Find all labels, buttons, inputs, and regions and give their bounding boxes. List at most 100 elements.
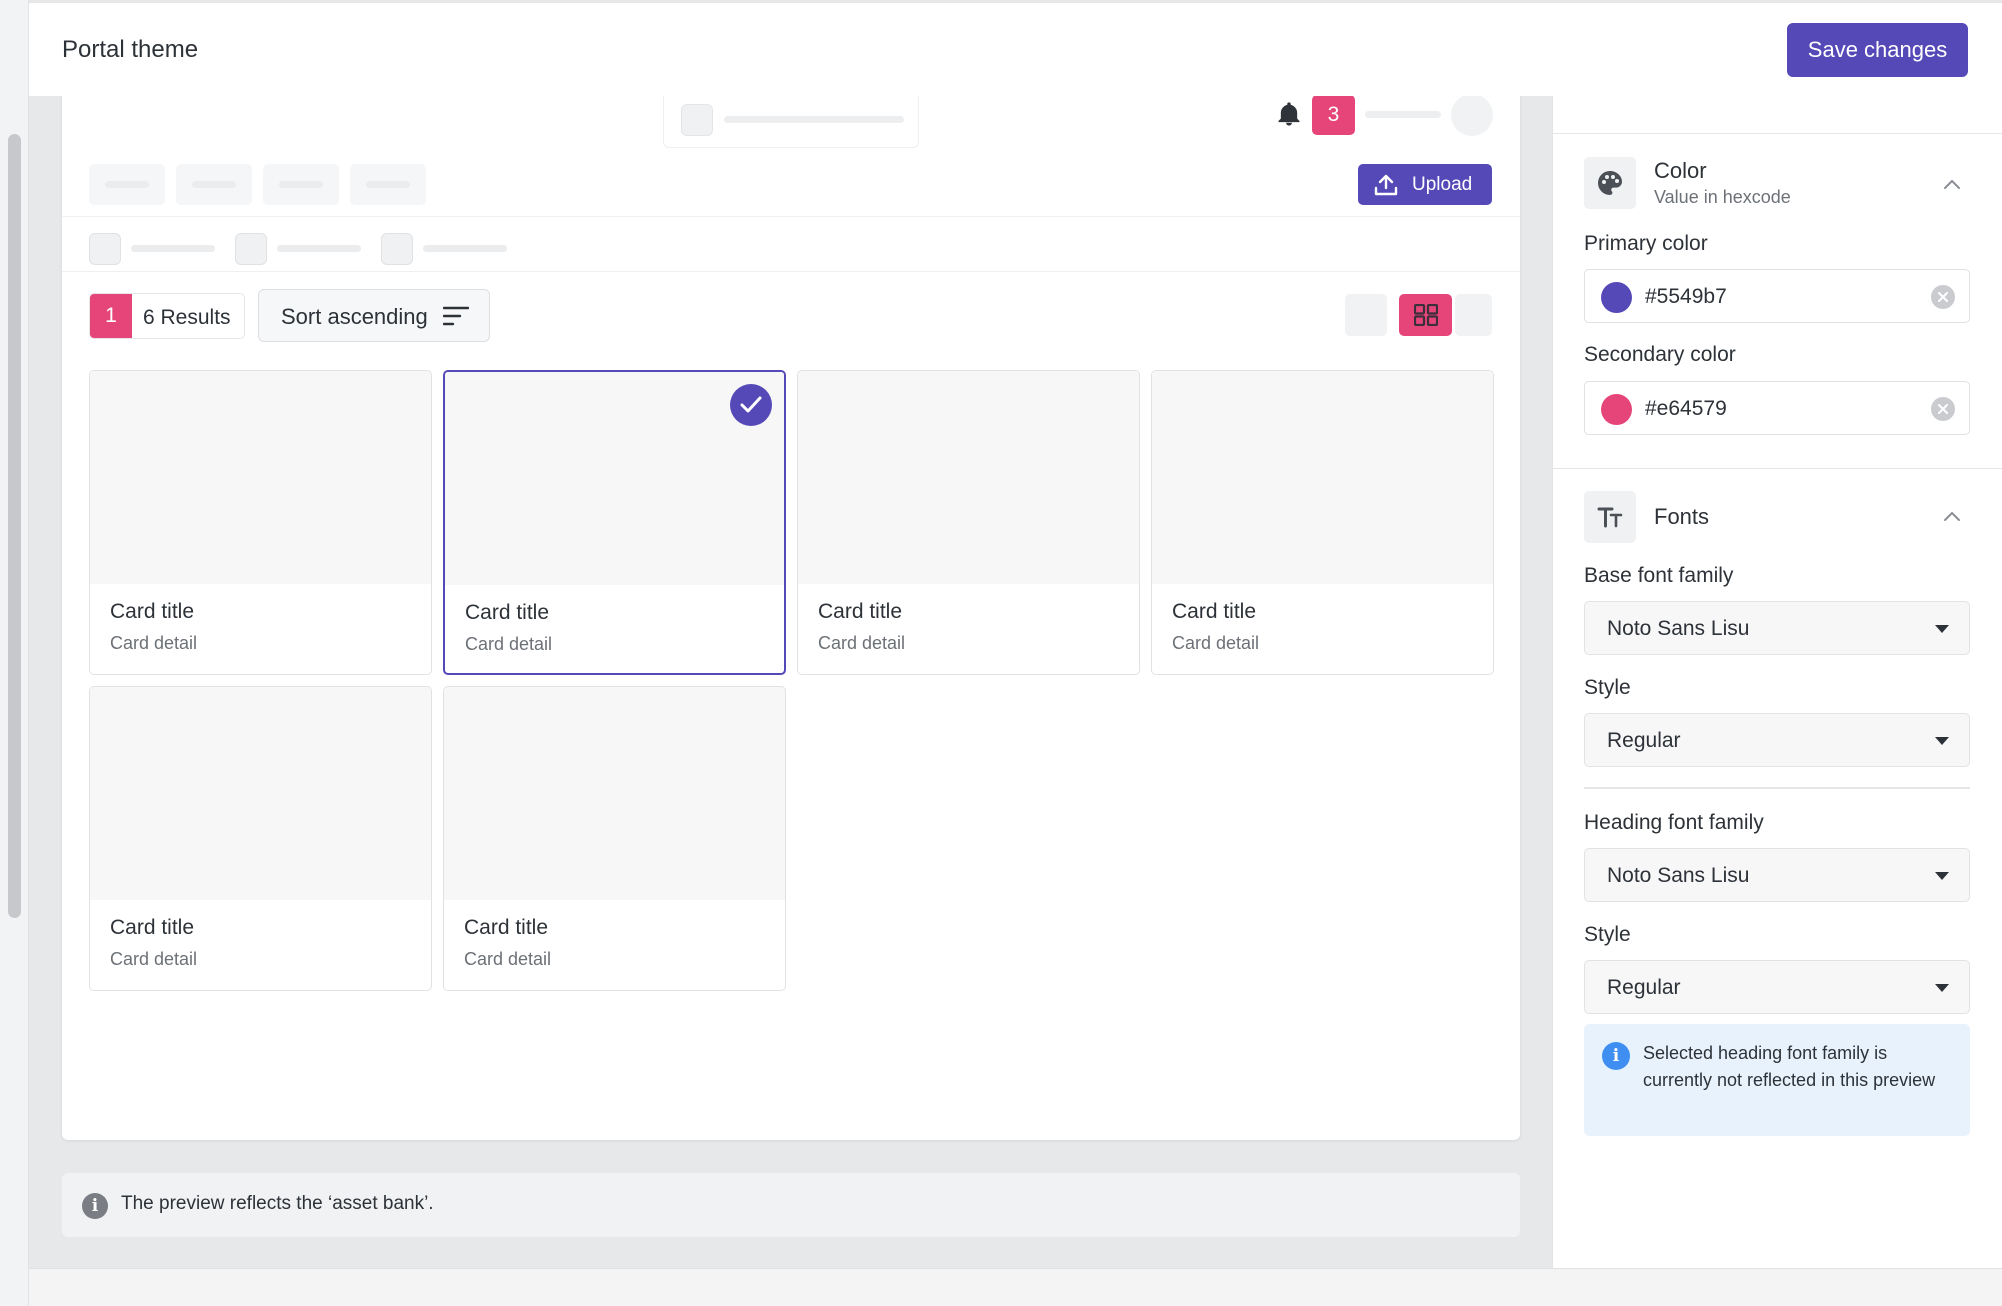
filter-label-placeholder — [131, 245, 215, 252]
text-size-icon — [1584, 491, 1636, 543]
list-view-toggle[interactable] — [1345, 294, 1387, 336]
fonts-divider — [1584, 787, 1970, 789]
card-detail: Card detail — [818, 633, 906, 653]
chevron-up-icon[interactable] — [1943, 178, 1961, 190]
secondary-color-label: Secondary color — [1584, 343, 1736, 366]
heading-style-label: Style — [1584, 923, 1631, 946]
heading-style-select[interactable]: Regular — [1584, 960, 1970, 1014]
card-thumbnail — [1152, 371, 1493, 584]
card-detail: Card detail — [465, 634, 553, 654]
preview-search-icon-placeholder — [681, 104, 713, 136]
dropdown-caret-icon — [1935, 737, 1949, 745]
check-icon[interactable] — [730, 384, 772, 426]
secondary-color-value: #e64579 — [1645, 397, 1727, 420]
results-label: 6 Results — [143, 306, 231, 329]
preview-tab-placeholder — [350, 164, 426, 205]
heading-style-value: Regular — [1607, 976, 1681, 999]
selected-count-badge: 1 — [90, 294, 132, 338]
base-style-label: Style — [1584, 676, 1631, 699]
asset-card-selected[interactable]: Card title Card detail — [443, 370, 786, 675]
grid-view-toggle[interactable] — [1399, 294, 1452, 336]
card-title: Card title — [818, 600, 903, 623]
palette-icon — [1584, 157, 1636, 209]
clear-icon[interactable] — [1931, 397, 1955, 421]
card-detail: Card detail — [110, 633, 198, 653]
filter-label-placeholder — [277, 245, 361, 252]
chevron-up-icon[interactable] — [1943, 510, 1961, 522]
asset-card[interactable]: Card title Card detail — [1151, 370, 1494, 675]
fonts-section-title: Fonts — [1654, 504, 1710, 529]
primary-color-swatch[interactable] — [1601, 282, 1632, 313]
card-detail: Card detail — [1172, 633, 1260, 653]
heading-font-family-value: Noto Sans Lisu — [1607, 864, 1750, 887]
upload-label: Upload — [1412, 174, 1473, 195]
base-font-family-label: Base font family — [1584, 564, 1734, 587]
dropdown-caret-icon — [1935, 872, 1949, 880]
preview-search-line — [724, 116, 904, 123]
sort-label: Sort ascending — [281, 304, 428, 329]
asset-card[interactable]: Card title Card detail — [89, 686, 432, 991]
avatar[interactable] — [1451, 94, 1493, 136]
info-icon: i — [1602, 1042, 1630, 1070]
filter-checkbox[interactable] — [381, 233, 413, 265]
card-thumbnail — [90, 371, 431, 584]
primary-color-value: #5549b7 — [1645, 285, 1727, 308]
color-section-title: Color — [1654, 158, 1707, 183]
bell-icon[interactable] — [1275, 100, 1303, 128]
asset-card[interactable]: Card title Card detail — [89, 370, 432, 675]
primary-color-field[interactable]: #5549b7 — [1584, 269, 1970, 323]
theme-preview: 3 Upload 1 6 Results Sort ascending Card… — [62, 60, 1520, 1140]
secondary-color-field[interactable]: #e64579 — [1584, 381, 1970, 435]
asset-card[interactable]: Card title Card detail — [797, 370, 1140, 675]
clear-icon[interactable] — [1931, 285, 1955, 309]
heading-font-note: i Selected heading font family is curren… — [1584, 1024, 1970, 1136]
section-divider — [1553, 468, 2002, 469]
preview-tab-placeholder — [176, 164, 252, 205]
asset-card[interactable]: Card title Card detail — [443, 686, 786, 991]
upload-button[interactable]: Upload — [1358, 164, 1492, 205]
page-title: Portal theme — [62, 36, 199, 63]
heading-font-note-text: Selected heading font family is currentl… — [1643, 1043, 1936, 1090]
card-title: Card title — [464, 916, 549, 939]
save-changes-button[interactable]: Save changes — [1787, 23, 1968, 77]
results-counter: 1 6 Results — [89, 293, 245, 339]
card-title: Card title — [465, 601, 550, 624]
notification-badge[interactable]: 3 — [1312, 95, 1355, 135]
filter-label-placeholder — [423, 245, 507, 252]
heading-font-family-label: Heading font family — [1584, 811, 1764, 834]
heading-font-family-select[interactable]: Noto Sans Lisu — [1584, 848, 1970, 902]
preview-user-name-placeholder — [1365, 111, 1441, 118]
filter-checkbox[interactable] — [235, 233, 267, 265]
color-section-subtitle: Value in hexcode — [1654, 187, 1791, 207]
sort-button[interactable]: Sort ascending — [258, 289, 490, 342]
card-detail: Card detail — [110, 949, 198, 969]
preview-info-bar: i The preview reflects the ‘asset bank’. — [62, 1173, 1520, 1237]
dropdown-caret-icon — [1935, 984, 1949, 992]
bottom-strip — [29, 1268, 2002, 1306]
preview-tab-placeholder — [263, 164, 339, 205]
view-toggle[interactable] — [1455, 294, 1492, 336]
primary-color-label: Primary color — [1584, 232, 1708, 255]
preview-filter-row — [62, 216, 1520, 272]
secondary-color-swatch[interactable] — [1601, 394, 1632, 425]
base-font-family-select[interactable]: Noto Sans Lisu — [1584, 601, 1970, 655]
preview-search-placeholder — [663, 88, 919, 148]
left-scroll-track — [0, 0, 29, 1306]
base-style-select[interactable]: Regular — [1584, 713, 1970, 767]
preview-info-message: The preview reflects the ‘asset bank’. — [121, 1193, 434, 1214]
sort-icon — [443, 306, 469, 326]
card-thumbnail — [798, 371, 1139, 584]
scrollbar-thumb[interactable] — [8, 134, 21, 918]
card-detail: Card detail — [464, 949, 552, 969]
top-header: Portal theme Save changes — [29, 2, 2002, 96]
info-icon: i — [82, 1193, 108, 1219]
card-title: Card title — [1172, 600, 1257, 623]
card-thumbnail — [444, 687, 785, 900]
preview-tab-placeholder — [89, 164, 165, 205]
filter-checkbox[interactable] — [89, 233, 121, 265]
card-title: Card title — [110, 916, 195, 939]
dropdown-caret-icon — [1935, 625, 1949, 633]
upload-icon — [1374, 174, 1398, 196]
card-thumbnail — [90, 687, 431, 900]
base-font-family-value: Noto Sans Lisu — [1607, 617, 1750, 640]
